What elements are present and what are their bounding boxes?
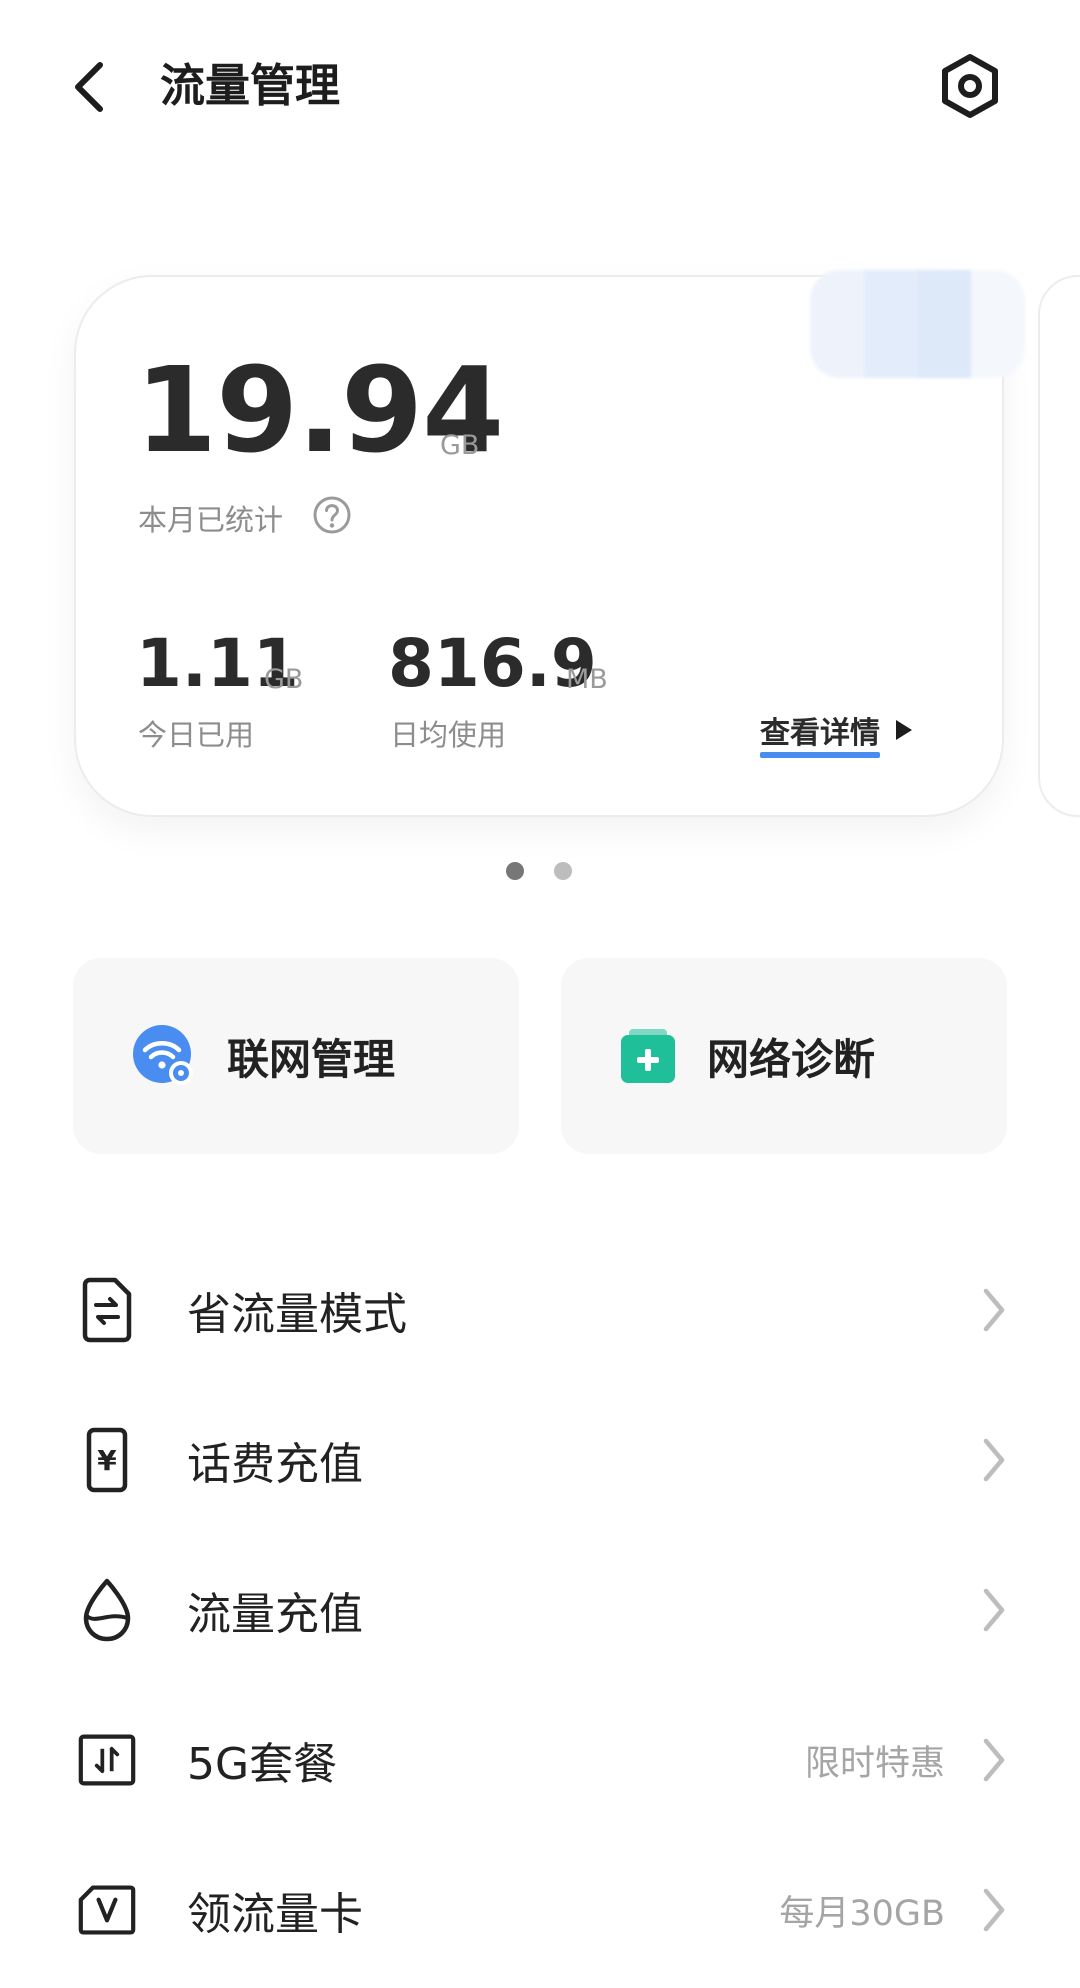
chevron-right-icon	[983, 1888, 1005, 1932]
chevron-right-icon	[983, 1738, 1005, 1782]
menu-item-data-saver[interactable]: 省流量模式	[0, 1235, 1080, 1385]
menu-item-data-card[interactable]: 领流量卡 每月30GB	[0, 1835, 1080, 1985]
view-details-label: 查看详情	[760, 708, 880, 758]
chevron-right-icon	[983, 1438, 1005, 1482]
menu-item-data-recharge[interactable]: 流量充值	[0, 1535, 1080, 1685]
page-indicator-dot-2[interactable]	[554, 862, 572, 880]
view-details-link[interactable]: 查看详情	[760, 708, 916, 758]
month-usage-unit: GB	[440, 430, 480, 461]
water-drop-icon	[78, 1575, 136, 1645]
menu-item-phone-recharge[interactable]: ¥ 话费充值	[0, 1385, 1080, 1535]
menu-item-extra: 每月30GB	[779, 1893, 945, 1934]
svg-text:¥: ¥	[97, 1444, 117, 1477]
page-title: 流量管理	[160, 59, 341, 112]
menu-item-label: 话费充值	[187, 1439, 363, 1490]
network-management-label: 联网管理	[227, 1034, 396, 1084]
menu-item-label: 领流量卡	[187, 1889, 363, 1940]
next-card-peek[interactable]	[1038, 275, 1080, 817]
back-button[interactable]	[60, 52, 120, 122]
daily-avg-unit: MB	[566, 664, 608, 695]
yuan-receipt-icon: ¥	[78, 1425, 136, 1495]
blurred-avatar	[810, 270, 1025, 378]
chevron-left-icon	[75, 62, 103, 112]
month-usage-label: 本月已统计	[138, 503, 284, 537]
wifi-settings-icon	[133, 1025, 193, 1085]
today-usage-label: 今日已用	[138, 718, 255, 752]
help-icon[interactable]	[312, 495, 352, 535]
network-management-tile[interactable]: 联网管理	[73, 958, 519, 1154]
network-diagnosis-label: 网络诊断	[707, 1034, 876, 1084]
chevron-right-icon	[983, 1588, 1005, 1632]
menu-item-label: 5G套餐	[187, 1739, 338, 1790]
play-triangle-icon	[896, 720, 912, 740]
page-indicator-dot-1[interactable]	[506, 862, 524, 880]
transfer-square-icon	[78, 1725, 136, 1795]
menu-item-label: 省流量模式	[187, 1289, 407, 1340]
gear-hexagon-icon	[942, 54, 998, 118]
v-card-icon	[78, 1875, 136, 1945]
settings-button[interactable]	[935, 48, 1005, 124]
medkit-icon	[621, 1029, 675, 1083]
document-switch-icon	[78, 1275, 136, 1345]
menu-item-label: 流量充值	[187, 1589, 363, 1640]
daily-avg-label: 日均使用	[390, 718, 507, 752]
menu-item-5g-plan[interactable]: 5G套餐 限时特惠	[0, 1685, 1080, 1835]
chevron-right-icon	[983, 1288, 1005, 1332]
menu-item-extra: 限时特惠	[804, 1743, 945, 1784]
today-usage-unit: GB	[264, 664, 304, 695]
network-diagnosis-tile[interactable]: 网络诊断	[561, 958, 1007, 1154]
